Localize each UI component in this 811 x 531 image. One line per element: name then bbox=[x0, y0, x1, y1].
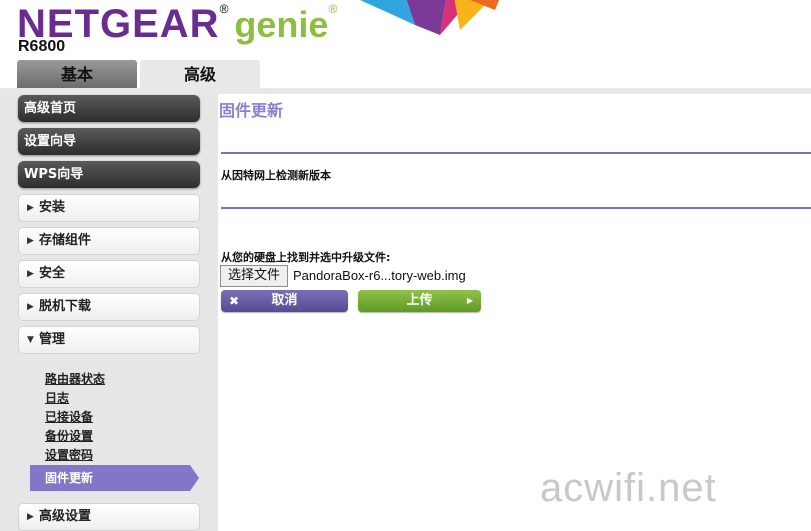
chevron-right-icon: ▶ bbox=[27, 302, 34, 312]
check-online-label: 从因特网上检测新版本 bbox=[221, 169, 331, 182]
sidebar-sub-router-status[interactable]: 路由器状态 bbox=[45, 370, 105, 387]
sidebar-group-storage[interactable]: ▶ 存储组件 bbox=[18, 227, 200, 255]
active-pointer bbox=[190, 465, 199, 491]
watermark: acwifi.net bbox=[540, 466, 717, 510]
sidebar-sub-set-password[interactable]: 设置密码 bbox=[45, 446, 93, 463]
cancel-button[interactable]: ✖ 取消 bbox=[221, 290, 348, 312]
sidebar-group-label: 存储组件 bbox=[39, 233, 92, 248]
chevron-right-icon: ▶ bbox=[27, 512, 34, 522]
sidebar-item-setup-wizard[interactable]: 设置向导 bbox=[18, 128, 200, 155]
chevron-right-icon: ▶ bbox=[27, 236, 34, 246]
tab-advanced[interactable]: 高级 bbox=[140, 60, 260, 89]
chevron-right-icon: ▶ bbox=[27, 203, 34, 213]
sidebar-sub-attached-devices[interactable]: 已接设备 bbox=[45, 408, 93, 425]
sidebar-group-offline-download[interactable]: ▶ 脱机下载 bbox=[18, 293, 200, 321]
selected-file-name: PandoraBox-r6...tory-web.img bbox=[293, 268, 466, 283]
genie-logo-graphic bbox=[360, 0, 499, 35]
sidebar-sub-logs[interactable]: 日志 bbox=[45, 389, 69, 406]
sidebar-sub-backup-settings[interactable]: 备份设置 bbox=[45, 427, 93, 444]
close-icon: ✖ bbox=[229, 294, 240, 308]
logo-shape-blue bbox=[360, 0, 415, 25]
play-arrow-icon: ▶ bbox=[466, 296, 473, 305]
sidebar-group-security[interactable]: ▶ 安全 bbox=[18, 260, 200, 288]
divider bbox=[221, 152, 811, 154]
upload-button-label: 上传 bbox=[406, 293, 433, 308]
sidebar-group-management[interactable]: ▼ 管理 bbox=[18, 326, 200, 354]
header: NETGEAR® genie® R6800 基本 高级 bbox=[0, 0, 811, 90]
reg-mark: ® bbox=[219, 2, 229, 16]
page-title: 固件更新 bbox=[219, 101, 284, 120]
sidebar-group-label: 安全 bbox=[39, 266, 66, 281]
brand-genie: genie bbox=[234, 4, 329, 45]
cancel-button-label: 取消 bbox=[271, 293, 298, 308]
divider bbox=[221, 207, 811, 209]
model-name: R6800 bbox=[18, 38, 66, 55]
sidebar-sub-firmware-update[interactable]: 固件更新 bbox=[30, 465, 190, 491]
choose-file-button[interactable]: 选择文件 bbox=[220, 265, 288, 287]
sidebar-group-label: 脱机下载 bbox=[39, 299, 92, 314]
locate-file-label: 从您的硬盘上找到并选中升级文件: bbox=[221, 251, 391, 264]
tab-basic[interactable]: 基本 bbox=[17, 60, 137, 89]
reg-mark-genie: ® bbox=[328, 2, 338, 16]
sidebar-group-advanced-settings[interactable]: ▶ 高级设置 bbox=[18, 503, 200, 531]
sidebar-item-wps-wizard[interactable]: WPS向导 bbox=[18, 161, 200, 188]
chevron-right-icon: ▶ bbox=[27, 269, 34, 279]
chevron-down-icon: ▼ bbox=[27, 335, 34, 345]
sidebar-group-label: 管理 bbox=[39, 332, 66, 347]
sidebar-group-label: 安装 bbox=[39, 200, 66, 215]
sidebar-item-advanced-home[interactable]: 高级首页 bbox=[18, 95, 200, 122]
sidebar-group-setup[interactable]: ▶ 安装 bbox=[18, 194, 200, 222]
sidebar-group-label: 高级设置 bbox=[39, 509, 92, 524]
upload-button[interactable]: 上传 ▶ bbox=[358, 290, 481, 312]
